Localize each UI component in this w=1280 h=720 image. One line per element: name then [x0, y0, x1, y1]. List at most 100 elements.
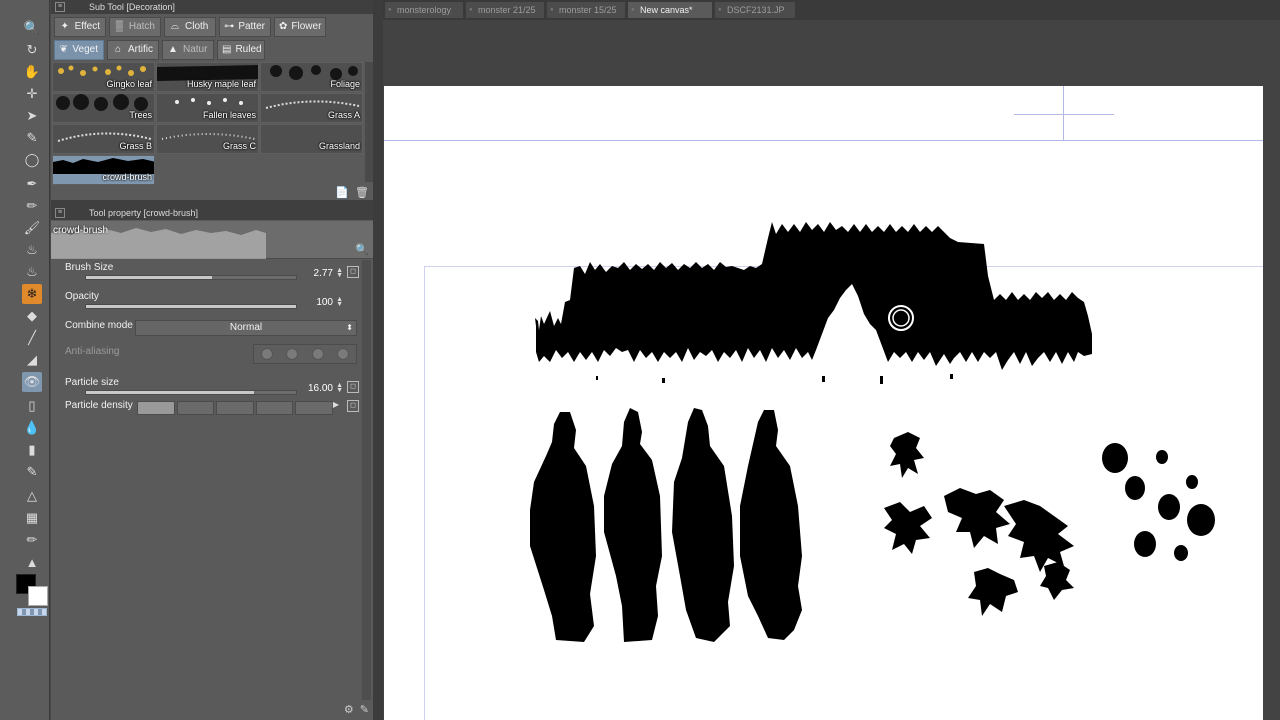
tab-artificial[interactable]: ⌂ Artific: [107, 40, 159, 60]
blend-icon[interactable]: ◆: [22, 306, 42, 326]
maple-leaf-2: [884, 502, 932, 554]
brush-foliage[interactable]: Foliage: [260, 62, 363, 92]
balloon-icon[interactable]: ✏: [22, 530, 42, 550]
brush-grass-a[interactable]: Grass A: [260, 93, 363, 123]
building-icon: ⌂: [114, 44, 122, 55]
anti-aliasing-selector[interactable]: [253, 344, 357, 364]
brush-grassland[interactable]: Grassland: [260, 124, 363, 154]
doc-tab-dscf2131[interactable]: DSCF2131.JP: [715, 2, 795, 18]
brush-husky-maple-leaf[interactable]: Husky maple leaf: [156, 62, 259, 92]
airbrush-icon[interactable]: ♨: [22, 240, 42, 260]
delete-subtool-icon[interactable]: 🗑: [355, 186, 369, 199]
subtool-panel: ≡ Sub Tool [Decoration] ✦ Effect ▒ Hatch ⌓…: [51, 0, 373, 200]
decoration-icon[interactable]: ❄: [22, 284, 42, 304]
operation-icon[interactable]: ➤: [22, 106, 42, 126]
panel-menu-icon[interactable]: ≡: [55, 2, 65, 12]
particle-size-spinner-icon[interactable]: ▲ ▼: [336, 382, 343, 394]
figure-silhouette-3: [672, 408, 734, 642]
tool-property-panel: ≡ Tool property [crowd-brush] crowd-brus…: [51, 206, 373, 720]
rotate-icon[interactable]: ↻: [22, 40, 42, 60]
active-tool-icon[interactable]: 👁: [22, 372, 42, 392]
gradient-icon[interactable]: ◢: [22, 350, 42, 370]
eyedropper-icon[interactable]: ✎: [22, 128, 42, 148]
new-subtool-icon[interactable]: 📄: [335, 186, 349, 199]
particle-density-slider[interactable]: [137, 401, 333, 415]
opacity-spinner-icon[interactable]: ▲ ▼: [336, 296, 343, 308]
density-step-icon[interactable]: ▶: [333, 401, 339, 409]
tab-effect[interactable]: ✦ Effect: [54, 17, 106, 37]
brush-gingko-leaf[interactable]: Gingko leaf: [52, 62, 155, 92]
panel-divider[interactable]: [373, 0, 383, 720]
ruler-icon[interactable]: △: [22, 486, 42, 506]
brush-grid-scrollbar[interactable]: [365, 62, 373, 182]
maple-leaf-cluster: [884, 432, 1074, 616]
doc-tab-monsterology[interactable]: monsterology: [385, 2, 463, 18]
eraser-icon[interactable]: ▯: [22, 396, 42, 416]
brush-grass-c[interactable]: Grass C: [156, 124, 259, 154]
lasso-icon[interactable]: ◯: [22, 150, 42, 170]
aa-strong-icon[interactable]: [337, 348, 350, 360]
wrench-icon[interactable]: ✎: [360, 703, 369, 716]
brush-crowd-brush[interactable]: crowd-brush: [52, 155, 155, 185]
brush-grass-b[interactable]: Grass B: [52, 124, 155, 154]
brush-icon[interactable]: 🖌: [22, 218, 42, 238]
text-icon[interactable]: ▲: [22, 552, 42, 572]
density-segment[interactable]: [255, 401, 294, 415]
frame-icon[interactable]: ▦: [22, 508, 42, 528]
correction-icon[interactable]: ✎: [22, 462, 42, 482]
tool-property-scrollbar[interactable]: [362, 260, 371, 700]
tab-vegetation[interactable]: ❦ Veget: [54, 40, 104, 60]
brush-size-pressure-icon[interactable]: ◻: [347, 266, 359, 278]
doc-tab-new-canvas[interactable]: New canvas*: [628, 2, 712, 18]
aa-medium-icon[interactable]: [311, 348, 324, 360]
tab-nature[interactable]: ▲ Natur: [162, 40, 214, 60]
brush-fallen-leaves[interactable]: Fallen leaves: [156, 93, 259, 123]
particle-size-slider[interactable]: [85, 390, 297, 395]
doc-tab-monster-21[interactable]: monster 21/25: [466, 2, 544, 18]
opacity-slider[interactable]: [85, 304, 297, 309]
tool-property-title: ≡ Tool property [crowd-brush]: [51, 206, 373, 220]
subtool-tabs: ✦ Effect ▒ Hatch ⌓ Cloth ⊶ Patter ✿ Flower ❦ V…: [51, 14, 373, 60]
brush-size-spinner-icon[interactable]: ▲ ▼: [336, 267, 343, 279]
maple-leaf-3: [944, 488, 1010, 548]
canvas[interactable]: [384, 86, 1263, 720]
mountain-icon: ▲: [168, 44, 178, 55]
combine-mode-select[interactable]: Normal ⬍: [135, 320, 357, 336]
fill-icon[interactable]: ♨: [22, 262, 42, 282]
brush-size-slider[interactable]: [85, 275, 297, 280]
tab-hatch[interactable]: ▒ Hatch: [109, 17, 161, 37]
hand-icon[interactable]: ✋: [22, 62, 42, 82]
particle-size-pressure-icon[interactable]: ◻: [347, 381, 359, 393]
cloth-icon: ⌓: [171, 21, 179, 32]
drop-icon[interactable]: 💧: [22, 418, 42, 438]
density-segment[interactable]: [176, 401, 215, 415]
density-segment[interactable]: [295, 401, 333, 415]
particle-density-pressure-icon[interactable]: ◻: [347, 400, 359, 412]
stamp-icon[interactable]: ▮: [22, 440, 42, 460]
opacity-value: 100: [316, 297, 333, 308]
search-icon[interactable]: 🔍: [355, 243, 369, 256]
aa-none-icon[interactable]: [260, 348, 273, 360]
transparent-color-swatch[interactable]: [17, 608, 47, 616]
tab-flower[interactable]: ✿ Flower: [274, 17, 326, 37]
brush-trees[interactable]: Trees: [52, 93, 155, 123]
pencil-icon[interactable]: ✏: [22, 196, 42, 216]
zoom-icon[interactable]: 🔍: [22, 18, 42, 38]
settings-icon[interactable]: ⚙: [344, 703, 354, 716]
density-segment[interactable]: [137, 401, 175, 415]
figure-icon[interactable]: ╱: [22, 328, 42, 348]
tab-ruled[interactable]: ▤ Ruled: [217, 40, 265, 60]
particle-size-fill: [86, 391, 254, 394]
background-color-swatch[interactable]: [28, 586, 48, 606]
tab-cloth[interactable]: ⌓ Cloth: [164, 17, 216, 37]
move-icon[interactable]: ✛: [22, 84, 42, 104]
aa-weak-icon[interactable]: [286, 348, 299, 360]
density-segment[interactable]: [216, 401, 254, 415]
tool-palette: 🔍 ↻ ✋ ✛ ➤ ✎ ◯ ✒ ✏ 🖌 ♨ ♨ ❄ ◆ ╱ ◢ 👁 ▯ 💧 ▮ …: [0, 0, 50, 720]
tab-pattern[interactable]: ⊶ Patter: [219, 17, 271, 37]
doc-tab-monster-15[interactable]: monster 15/25: [547, 2, 625, 18]
subtool-panel-title: ≡ Sub Tool [Decoration]: [51, 0, 373, 14]
panel-menu-icon[interactable]: ≡: [55, 208, 65, 218]
combine-mode-row: Combine mode Normal ⬍: [51, 318, 361, 342]
pen-icon[interactable]: ✒: [22, 174, 42, 194]
